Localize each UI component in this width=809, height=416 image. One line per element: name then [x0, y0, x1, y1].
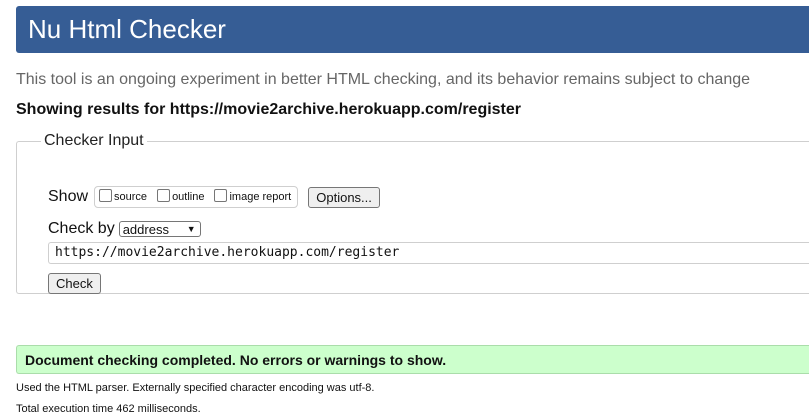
- results-heading: Showing results for https://movie2archiv…: [16, 101, 522, 118]
- app-header: Nu Html Checker: [16, 6, 809, 53]
- image-report-checkbox[interactable]: [214, 188, 228, 202]
- check-by-selected-value: address: [122, 221, 169, 237]
- check-by-select[interactable]: address ▼: [118, 221, 201, 237]
- source-checkbox[interactable]: [99, 188, 113, 202]
- checker-input-legend: Checker Input: [44, 132, 144, 149]
- options-button[interactable]: Options...: [308, 186, 380, 208]
- image-report-checkbox-label: image report: [229, 191, 292, 203]
- check-button[interactable]: Check: [48, 273, 101, 294]
- outline-checkbox-option[interactable]: outline: [157, 188, 205, 204]
- source-checkbox-label: source: [114, 191, 148, 203]
- show-row: Show source outline image report Options…: [48, 186, 380, 208]
- parser-note: Used the HTML parser. Externally specifi…: [16, 382, 375, 394]
- outline-checkbox-label: outline: [172, 191, 205, 203]
- intro-text: This tool is an ongoing experiment in be…: [16, 71, 751, 88]
- check-by-label: Check by: [48, 220, 115, 237]
- image-report-checkbox-option[interactable]: image report: [214, 188, 292, 204]
- execution-time-note: Total execution time 462 milliseconds.: [16, 403, 201, 415]
- source-checkbox-option[interactable]: source: [99, 188, 148, 204]
- show-options-group: source outline image report: [94, 186, 299, 208]
- success-message: Document checking completed. No errors o…: [16, 345, 809, 374]
- show-label: Show: [48, 188, 89, 205]
- checker-input-fieldset: Checker Input Show source outline image …: [16, 132, 809, 294]
- check-by-row: Check by address ▼: [48, 220, 201, 238]
- chevron-down-icon: ▼: [186, 224, 196, 234]
- app-title: Nu Html Checker: [28, 14, 226, 44]
- url-input[interactable]: https://movie2archive.herokuapp.com/regi…: [48, 242, 809, 264]
- outline-checkbox[interactable]: [157, 188, 171, 202]
